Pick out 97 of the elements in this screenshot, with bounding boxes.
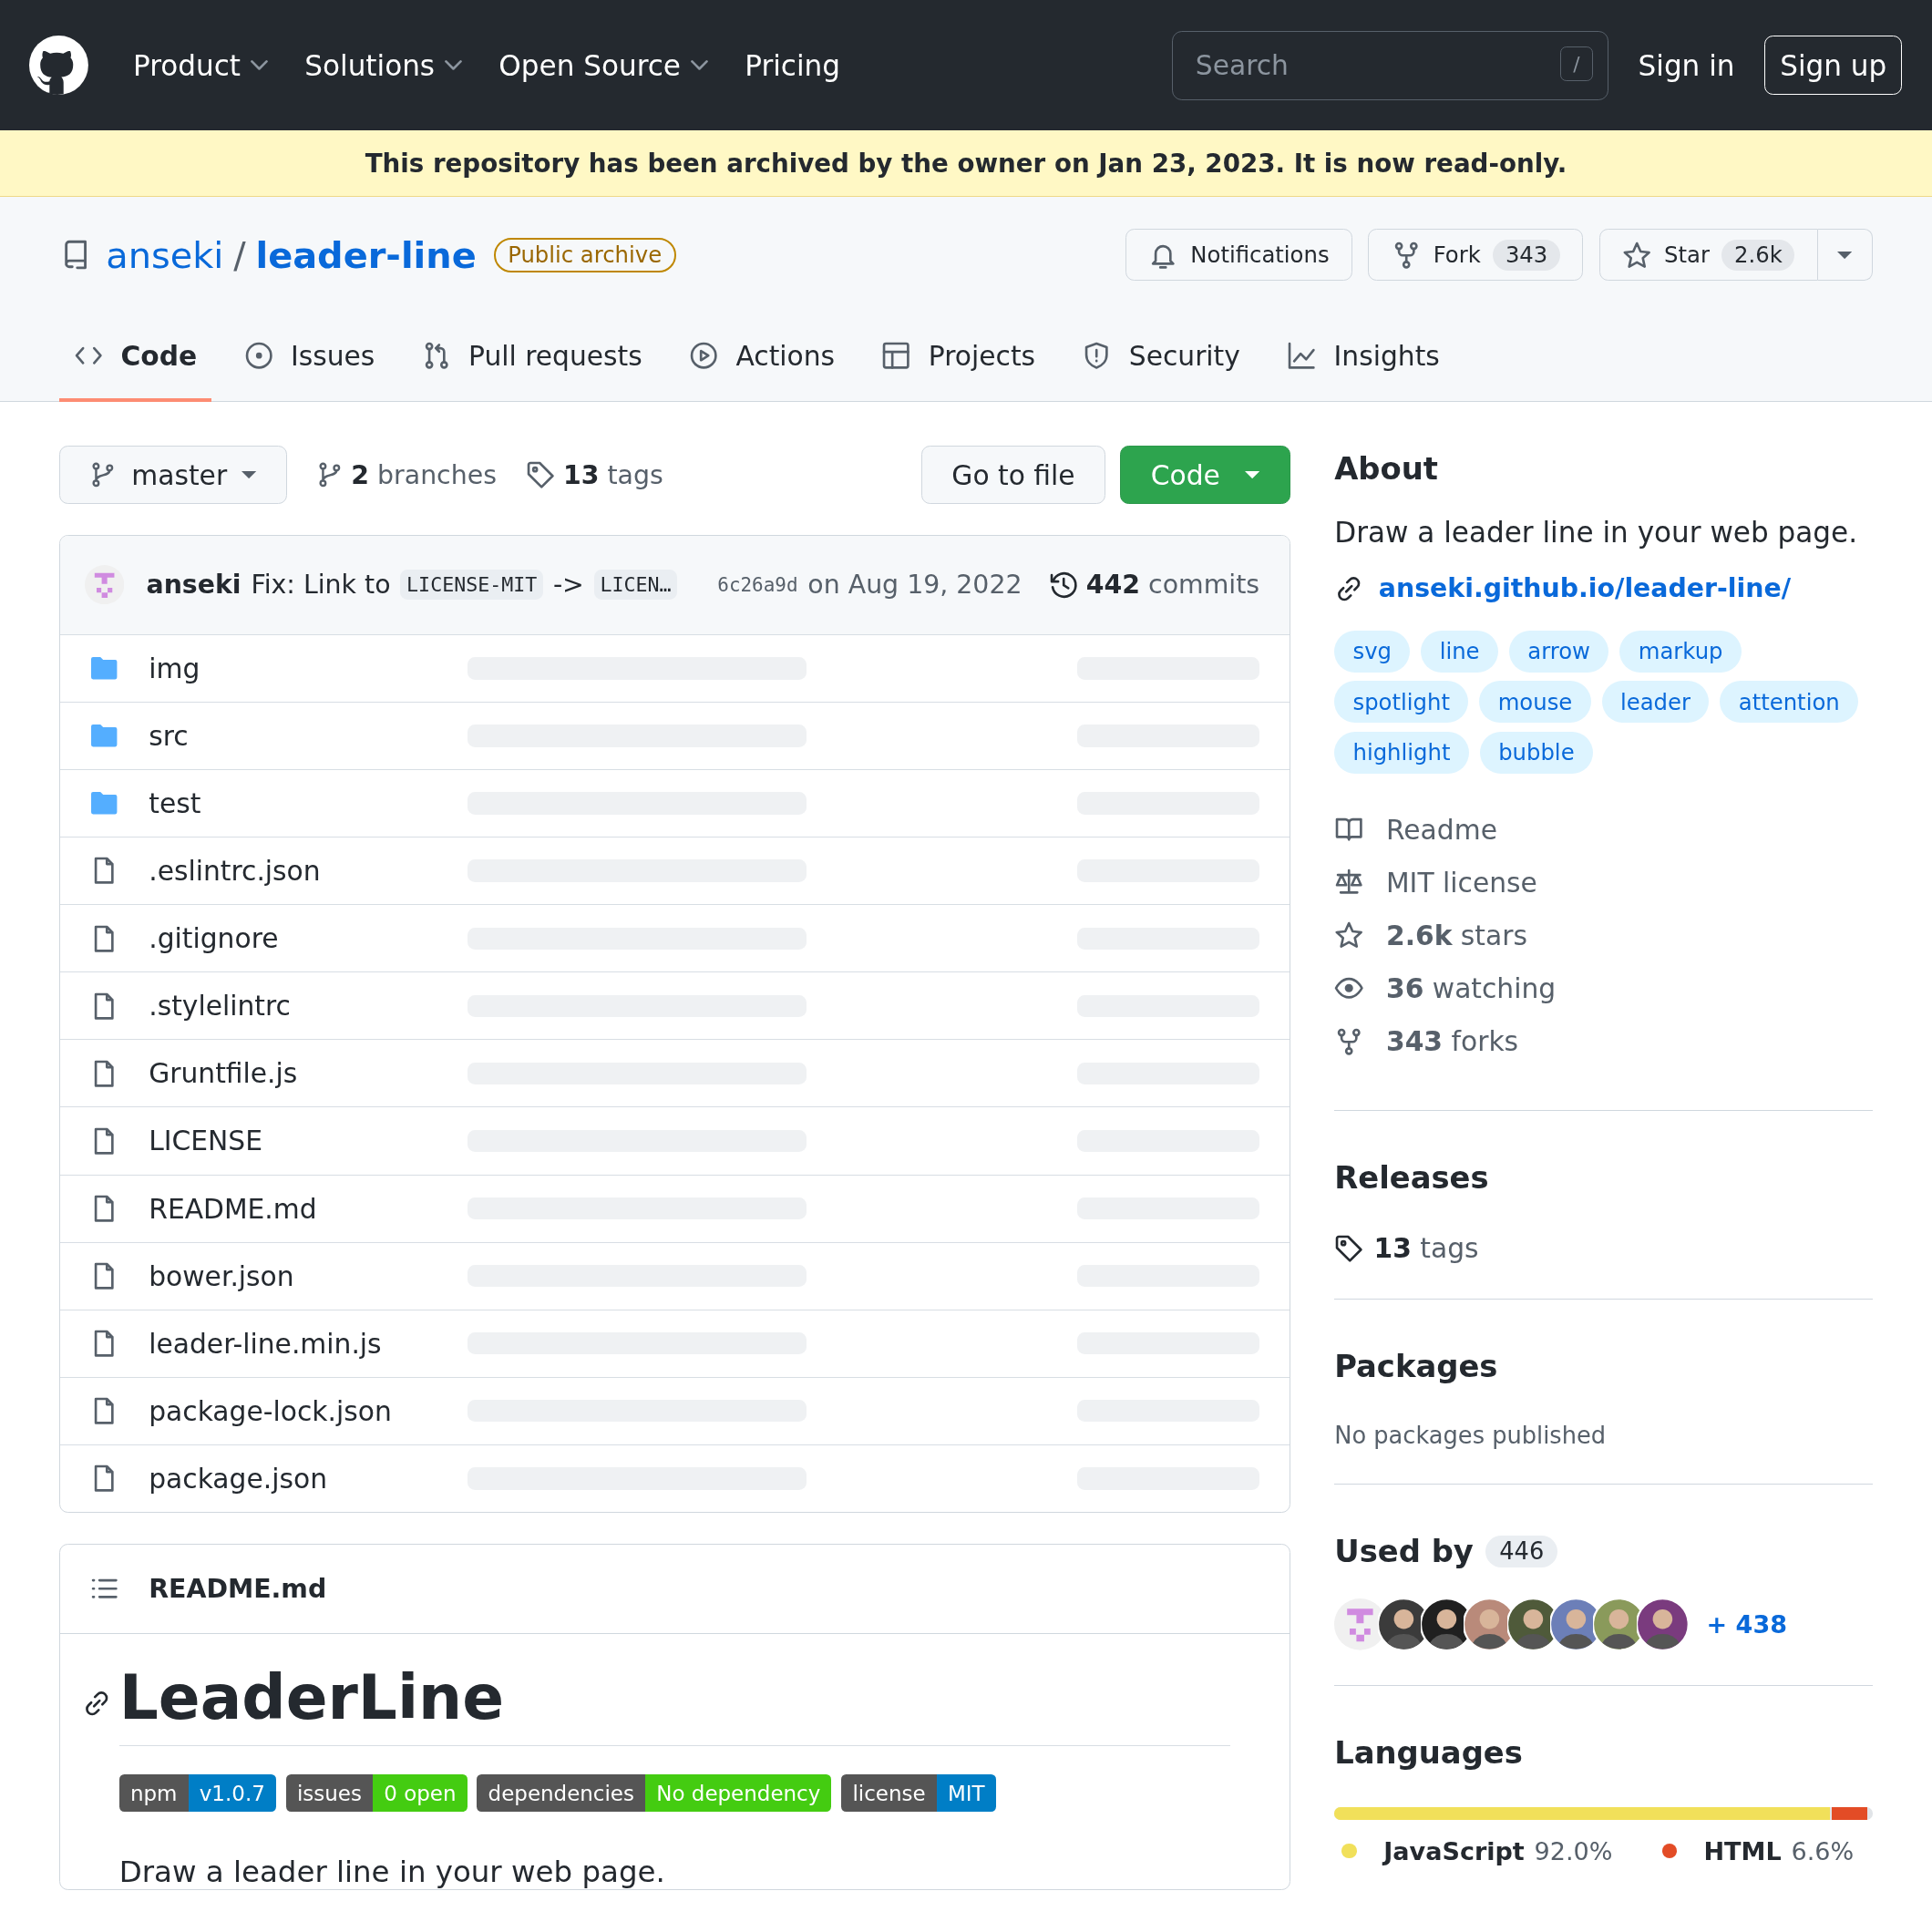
language-name: HTML xyxy=(1703,1836,1782,1865)
repo-tab[interactable]: Issues xyxy=(229,313,390,402)
language-percent: 92.0% xyxy=(1534,1836,1613,1865)
go-to-file-button[interactable]: Go to file xyxy=(920,446,1106,504)
repo-tab[interactable]: Actions xyxy=(673,313,850,402)
topic-tag[interactable]: highlight xyxy=(1334,731,1469,774)
repo-tab[interactable]: Security xyxy=(1067,313,1256,402)
repo-name-link[interactable]: leader-line xyxy=(255,233,477,276)
section-heading: Used by xyxy=(1334,1533,1474,1569)
tags-link[interactable]: 13 tags xyxy=(526,459,663,490)
star-icon xyxy=(1622,240,1652,271)
topic-tag[interactable]: line xyxy=(1421,631,1498,673)
topic-tag[interactable]: markup xyxy=(1619,631,1742,673)
topic-tag[interactable]: spotlight xyxy=(1334,681,1469,724)
topic-tag[interactable]: leader xyxy=(1601,681,1710,724)
repo-tab[interactable]: Insights xyxy=(1272,313,1455,402)
sign-in-link[interactable]: Sign in xyxy=(1638,48,1735,82)
topic-tag[interactable]: arrow xyxy=(1509,631,1609,673)
file-name[interactable]: Gruntfile.js xyxy=(149,1057,468,1090)
file-name[interactable]: .eslintrc.json xyxy=(149,855,468,888)
history-icon xyxy=(1049,570,1079,600)
section-heading: Packages xyxy=(1334,1349,1499,1385)
archive-banner: This repository has been archived by the owner on Jan 23, 2023. It is now read-only. xyxy=(0,130,1932,198)
language-percent: 6.6% xyxy=(1791,1836,1855,1865)
commit-author[interactable]: anseki xyxy=(146,570,242,601)
readme-filename: README.md xyxy=(149,1573,327,1604)
avatar xyxy=(1636,1598,1689,1650)
caret-icon xyxy=(1244,471,1260,479)
code-snippet: LICENSE-MIT xyxy=(400,570,544,601)
fork-button[interactable]: Fork 343 xyxy=(1368,229,1584,282)
file-name[interactable]: bower.json xyxy=(149,1259,468,1292)
section-heading: Languages xyxy=(1334,1734,1524,1771)
commit-hash[interactable]: 6c26a9d xyxy=(717,573,798,596)
tag-icon xyxy=(526,459,556,490)
counter: 446 xyxy=(1485,1535,1558,1567)
repo-stat-link[interactable]: Readme xyxy=(1385,813,1497,846)
graph-icon xyxy=(1287,340,1317,371)
owner-link[interactable]: anseki xyxy=(106,233,224,276)
nav-menu-item[interactable]: Product xyxy=(128,48,273,82)
commit-avatar xyxy=(84,565,125,605)
empty-message: No packages published xyxy=(1334,1421,1608,1449)
file-name[interactable]: .gitignore xyxy=(149,922,468,955)
file-name[interactable]: src xyxy=(149,720,468,752)
sign-up-button[interactable]: Sign up xyxy=(1763,36,1903,96)
repo-description: Draw a leader line in your web page. xyxy=(1334,516,1859,550)
file-name[interactable]: LICENSE xyxy=(149,1125,468,1157)
star-button[interactable]: Star 2.6k xyxy=(1598,229,1818,282)
commits-link[interactable]: 442 commits xyxy=(1049,570,1260,601)
table-icon xyxy=(881,340,911,371)
readme-title: LeaderLine xyxy=(118,1660,505,1733)
tag-icon xyxy=(1334,1233,1364,1264)
counter: 343 xyxy=(1493,239,1560,272)
counter: 2.6k xyxy=(1721,239,1795,272)
repo-tab[interactable]: Pull requests xyxy=(406,313,657,402)
section-heading: Releases xyxy=(1334,1159,1490,1196)
repo-action-button[interactable]: Notifications xyxy=(1125,229,1352,282)
file-name[interactable]: leader-line.min.js xyxy=(149,1327,468,1360)
repo-stat-link[interactable]: 2.6k stars xyxy=(1385,920,1527,951)
shortcut-key: / xyxy=(1560,46,1593,82)
tags-link[interactable]: 13 tags xyxy=(1334,1232,1873,1265)
readme-text: Draw a leader line in your web page. xyxy=(118,1855,666,1890)
language-name: JavaScript xyxy=(1383,1836,1525,1865)
cat-logo[interactable] xyxy=(29,36,89,96)
commit-date: on Aug 19, 2022 xyxy=(807,570,1023,601)
nav-menu-item[interactable]: Solutions xyxy=(299,48,468,82)
path-separator: / xyxy=(233,233,246,276)
file-name[interactable]: img xyxy=(149,652,468,684)
website-link[interactable]: anseki.github.io/leader-line/ xyxy=(1378,573,1792,604)
visibility-label: Public archive xyxy=(493,237,676,273)
file-name[interactable]: package.json xyxy=(149,1462,468,1495)
topic-tag[interactable]: attention xyxy=(1720,681,1858,724)
file-name[interactable]: test xyxy=(149,787,468,820)
file-name[interactable]: .stylelintrc xyxy=(149,990,468,1023)
caret-icon xyxy=(242,471,257,479)
repo-tab[interactable]: Code xyxy=(58,313,212,402)
topic-tag[interactable]: bubble xyxy=(1479,731,1593,774)
branches-link[interactable]: 2 branches xyxy=(316,459,497,490)
star-icon xyxy=(1334,920,1364,951)
file-name[interactable]: package-lock.json xyxy=(149,1394,468,1427)
code-snippet: LICEN… xyxy=(593,570,678,601)
topic-tag[interactable]: svg xyxy=(1334,631,1411,673)
repo-stat-link[interactable]: 343 forks xyxy=(1385,1025,1519,1058)
file-name[interactable]: README.md xyxy=(149,1192,468,1225)
repo-stat-link[interactable]: MIT license xyxy=(1385,866,1537,899)
repo-stat-link[interactable]: 36 watching xyxy=(1385,972,1557,1005)
section-heading: About xyxy=(1334,450,1439,487)
branch-selector[interactable]: master xyxy=(58,446,287,504)
nav-menu-item[interactable]: Pricing xyxy=(739,48,846,82)
play-icon xyxy=(689,340,719,371)
nav-menu-item[interactable]: Open Source xyxy=(493,48,714,82)
topic-tag[interactable]: mouse xyxy=(1479,681,1591,724)
more-link[interactable]: + 438 xyxy=(1706,1610,1788,1639)
commit-message[interactable]: -> xyxy=(552,570,584,601)
repo-tab[interactable]: Projects xyxy=(867,313,1051,402)
caret-icon xyxy=(1837,251,1853,259)
commit-message[interactable]: Fix: Link to xyxy=(251,570,391,601)
issues-icon xyxy=(243,340,273,371)
